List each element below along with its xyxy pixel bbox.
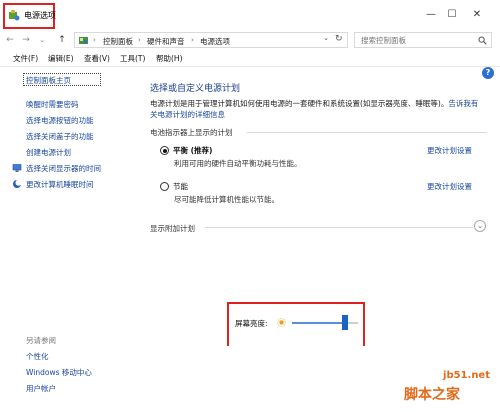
forward-arrow-icon[interactable]: → [20, 34, 32, 46]
breadcrumb-separator: › [93, 36, 96, 44]
sleep-moon-icon [13, 179, 22, 188]
brightness-label: 屏幕亮度: [235, 319, 268, 328]
sidebar-item-sleep-time[interactable]: 更改计算机睡眠时间 [26, 179, 94, 190]
breadcrumb-power-options[interactable]: 电源选项 [200, 36, 230, 47]
title-bar: 电源选项 — ☐ ✕ [0, 0, 500, 30]
chevron-down-icon[interactable]: ⌄ [474, 220, 486, 232]
search-input[interactable] [355, 33, 475, 47]
search-icon[interactable] [478, 36, 487, 45]
additional-plans-divider [205, 227, 473, 228]
plan-power-saver-description: 尽可能降低计算机性能以节能。 [174, 195, 279, 204]
breadcrumb-control-panel[interactable]: 控制面板 [103, 36, 133, 47]
plan-power-saver[interactable]: 节能 尽可能降低计算机性能以节能。 更改计划设置 [150, 181, 490, 207]
up-arrow-icon[interactable]: ↑ [56, 34, 68, 46]
maximize-button[interactable]: ☐ [445, 8, 459, 22]
sidebar-item-create-plan[interactable]: 创建电源计划 [26, 147, 71, 158]
battery-section-title: 电池指示器上显示的计划 [150, 128, 233, 137]
plan-balanced-change-settings[interactable]: 更改计划设置 [427, 145, 472, 156]
watermark-url: jb51.net [443, 370, 490, 381]
path-dropdown-icon[interactable]: ⌄ [323, 34, 329, 42]
sidebar-item-power-button[interactable]: 选择电源按钮的功能 [26, 115, 94, 126]
refresh-icon[interactable]: ↻ [335, 34, 343, 44]
see-also-personalization[interactable]: 个性化 [26, 351, 49, 362]
content-area: ? 控制面板主页 唤醒时需要密码 选择电源按钮的功能 选择关闭盖子的功能 创建电… [0, 66, 500, 412]
search-box[interactable] [354, 32, 492, 48]
close-button[interactable]: ✕ [470, 8, 484, 22]
breadcrumb-hardware-sound[interactable]: 硬件和声音 [147, 36, 185, 47]
power-options-icon [9, 10, 20, 21]
power-options-window: 电源选项 — ☐ ✕ ← → ⌄ ↑ › 控制面板 › 硬件和声音 › 电源选项… [0, 0, 500, 412]
plan-balanced-description: 利用可用的硬件自动平衡功耗与性能。 [174, 159, 302, 168]
section-divider [247, 132, 487, 133]
menu-file[interactable]: 文件(F) [13, 53, 38, 64]
menu-bar: 文件(F) 编辑(E) 查看(V) 工具(T) 帮助(H) [0, 52, 500, 66]
breadcrumb-separator: › [138, 36, 141, 44]
plan-power-saver-change-settings[interactable]: 更改计划设置 [427, 181, 472, 192]
menu-help[interactable]: 帮助(H) [156, 53, 183, 64]
see-also-user-accounts[interactable]: 用户帐户 [26, 383, 56, 394]
brightness-sun-icon [277, 318, 286, 327]
plan-balanced-radio[interactable] [160, 146, 169, 155]
display-off-icon [12, 164, 22, 172]
show-additional-plans[interactable]: 显示附加计划 [150, 223, 195, 234]
watermark: jb51.net 脚本之家 [404, 370, 500, 412]
see-also-heading: 另请参阅 [26, 336, 56, 345]
sidebar-item-home[interactable]: 控制面板主页 [23, 73, 101, 86]
minimize-button[interactable]: — [424, 8, 438, 22]
address-bar: ← → ⌄ ↑ › 控制面板 › 硬件和声音 › 电源选项 ⌄ ↻ [0, 30, 500, 50]
plan-power-saver-radio[interactable] [160, 182, 169, 191]
recent-dropdown-icon[interactable]: ⌄ [36, 34, 48, 46]
brightness-slider-fill [292, 322, 345, 324]
brightness-slider-track[interactable] [292, 322, 358, 324]
menu-view[interactable]: 查看(V) [84, 53, 110, 64]
sidebar-item-display-off[interactable]: 选择关闭显示器的时间 [26, 163, 101, 174]
see-also-mobility-center[interactable]: Windows 移动中心 [26, 367, 92, 378]
page-title: 选择或自定义电源计划 [150, 84, 241, 94]
description-text: 电源计划是用于管理计算机如何使用电源的一套硬件和系统设置(如显示器亮度、睡眠等)… [150, 99, 449, 108]
sidebar-item-lid-close[interactable]: 选择关闭盖子的功能 [26, 131, 94, 142]
breadcrumb-separator: › [191, 36, 194, 44]
help-icon[interactable]: ? [482, 67, 494, 79]
plan-balanced-name[interactable]: 平衡 (推荐) [173, 145, 212, 156]
plan-power-saver-name[interactable]: 节能 [173, 181, 188, 192]
plan-balanced[interactable]: 平衡 (推荐) 利用可用的硬件自动平衡功耗与性能。 更改计划设置 [150, 145, 490, 171]
brightness-slider-thumb[interactable] [341, 315, 348, 330]
menu-tools[interactable]: 工具(T) [120, 53, 145, 64]
sidebar-item-wake-password[interactable]: 唤醒时需要密码 [26, 99, 79, 110]
control-panel-icon [79, 37, 88, 44]
breadcrumb[interactable]: › 控制面板 › 硬件和声音 › 电源选项 ⌄ [74, 32, 348, 48]
window-title: 电源选项 [24, 11, 56, 20]
page-description: 电源计划是用于管理计算机如何使用电源的一套硬件和系统设置(如显示器亮度、睡眠等)… [150, 98, 484, 120]
menu-edit[interactable]: 编辑(E) [48, 53, 74, 64]
back-arrow-icon[interactable]: ← [4, 34, 16, 46]
watermark-logo: 脚本之家 [404, 387, 460, 403]
